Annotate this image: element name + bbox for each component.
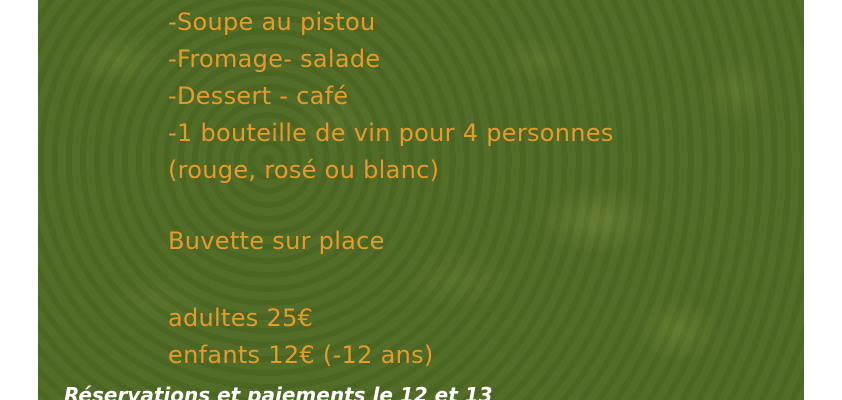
menu-item-vin: -1 bouteille de vin pour 4 personnes: [168, 119, 614, 147]
menu-item-soupe: -Soupe au pistou: [168, 8, 376, 36]
menu-text: -Soupe au pistou -Fromage- salade -Desse…: [168, 4, 614, 374]
reservation-text: Réservations et paiements le 12 et 13: [64, 383, 493, 400]
price-children: enfants 12€ (-12 ans): [168, 341, 434, 369]
buvette-text: Buvette sur place: [168, 227, 385, 255]
price-adults: adultes 25€: [168, 304, 314, 332]
menu-item-vin-options: (rouge, rosé ou blanc): [168, 156, 440, 184]
menu-item-dessert: -Dessert - café: [168, 82, 349, 110]
event-poster: -Soupe au pistou -Fromage- salade -Desse…: [38, 0, 804, 400]
page: -Soupe au pistou -Fromage- salade -Desse…: [0, 0, 842, 400]
menu-item-fromage: -Fromage- salade: [168, 45, 381, 73]
